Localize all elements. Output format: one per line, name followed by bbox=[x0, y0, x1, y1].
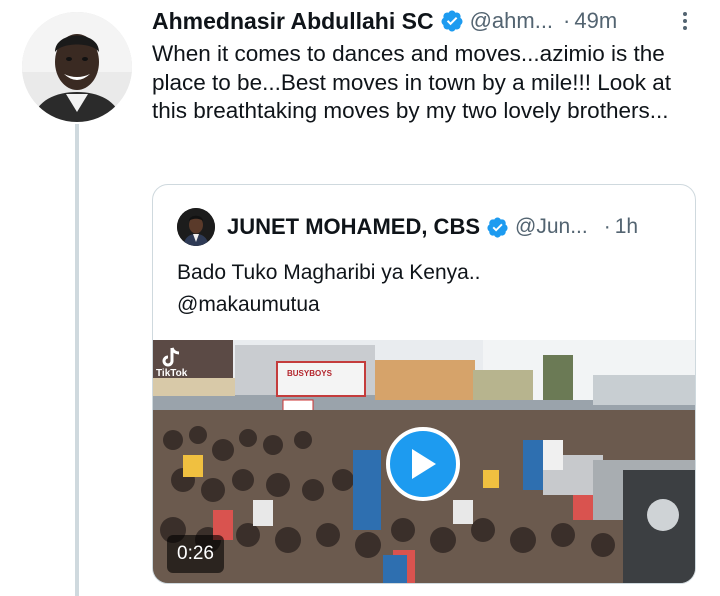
storefront-sign: BUSYBOYS bbox=[287, 369, 333, 378]
quoted-tweet-time: 1h bbox=[614, 215, 639, 238]
author-avatar[interactable] bbox=[22, 12, 132, 122]
tiktok-watermark: TikTok bbox=[156, 368, 188, 379]
quoted-author-avatar bbox=[177, 208, 215, 246]
tweet-header: Ahmednasir Abdullahi SC @ahm... · 49m bbox=[152, 6, 700, 36]
play-icon bbox=[412, 449, 436, 479]
quoted-tweet-card[interactable]: JUNET MOHAMED, CBS @Jun... · 1h Bado Tuk… bbox=[152, 184, 696, 584]
video-duration: 0:26 bbox=[167, 535, 224, 573]
verified-badge-icon bbox=[441, 10, 463, 32]
quoted-author-name: JUNET MOHAMED, CBS bbox=[227, 214, 481, 239]
quoted-author-handle: @Jun... bbox=[515, 215, 588, 238]
more-options-icon[interactable] bbox=[670, 6, 700, 36]
quoted-tweet-text: Bado Tuko Magharibi ya Kenya.. @makaumut… bbox=[177, 257, 677, 321]
video-player[interactable]: BUSYBOYS TikTok 0:26 bbox=[153, 340, 695, 583]
author-handle[interactable]: @ahm... bbox=[470, 8, 553, 34]
author-name[interactable]: Ahmednasir Abdullahi SC bbox=[152, 8, 434, 35]
quoted-separator-dot: · bbox=[603, 215, 611, 238]
separator-dot: · bbox=[563, 8, 571, 33]
tweet-text: When it comes to dances and moves...azim… bbox=[152, 41, 672, 123]
play-button[interactable] bbox=[386, 427, 460, 501]
tweet-time[interactable]: 49m bbox=[574, 8, 617, 34]
quoted-text-mention: @makaumutua bbox=[177, 293, 320, 316]
author-photo bbox=[22, 12, 132, 122]
quoted-tweet-header: JUNET MOHAMED, CBS @Jun... · 1h bbox=[177, 208, 687, 246]
thread-connector-line bbox=[75, 124, 79, 596]
quoted-text-line: Bado Tuko Magharibi ya Kenya.. bbox=[177, 261, 481, 284]
quoted-author-photo bbox=[177, 208, 215, 246]
quoted-verified-badge-icon bbox=[487, 216, 508, 238]
